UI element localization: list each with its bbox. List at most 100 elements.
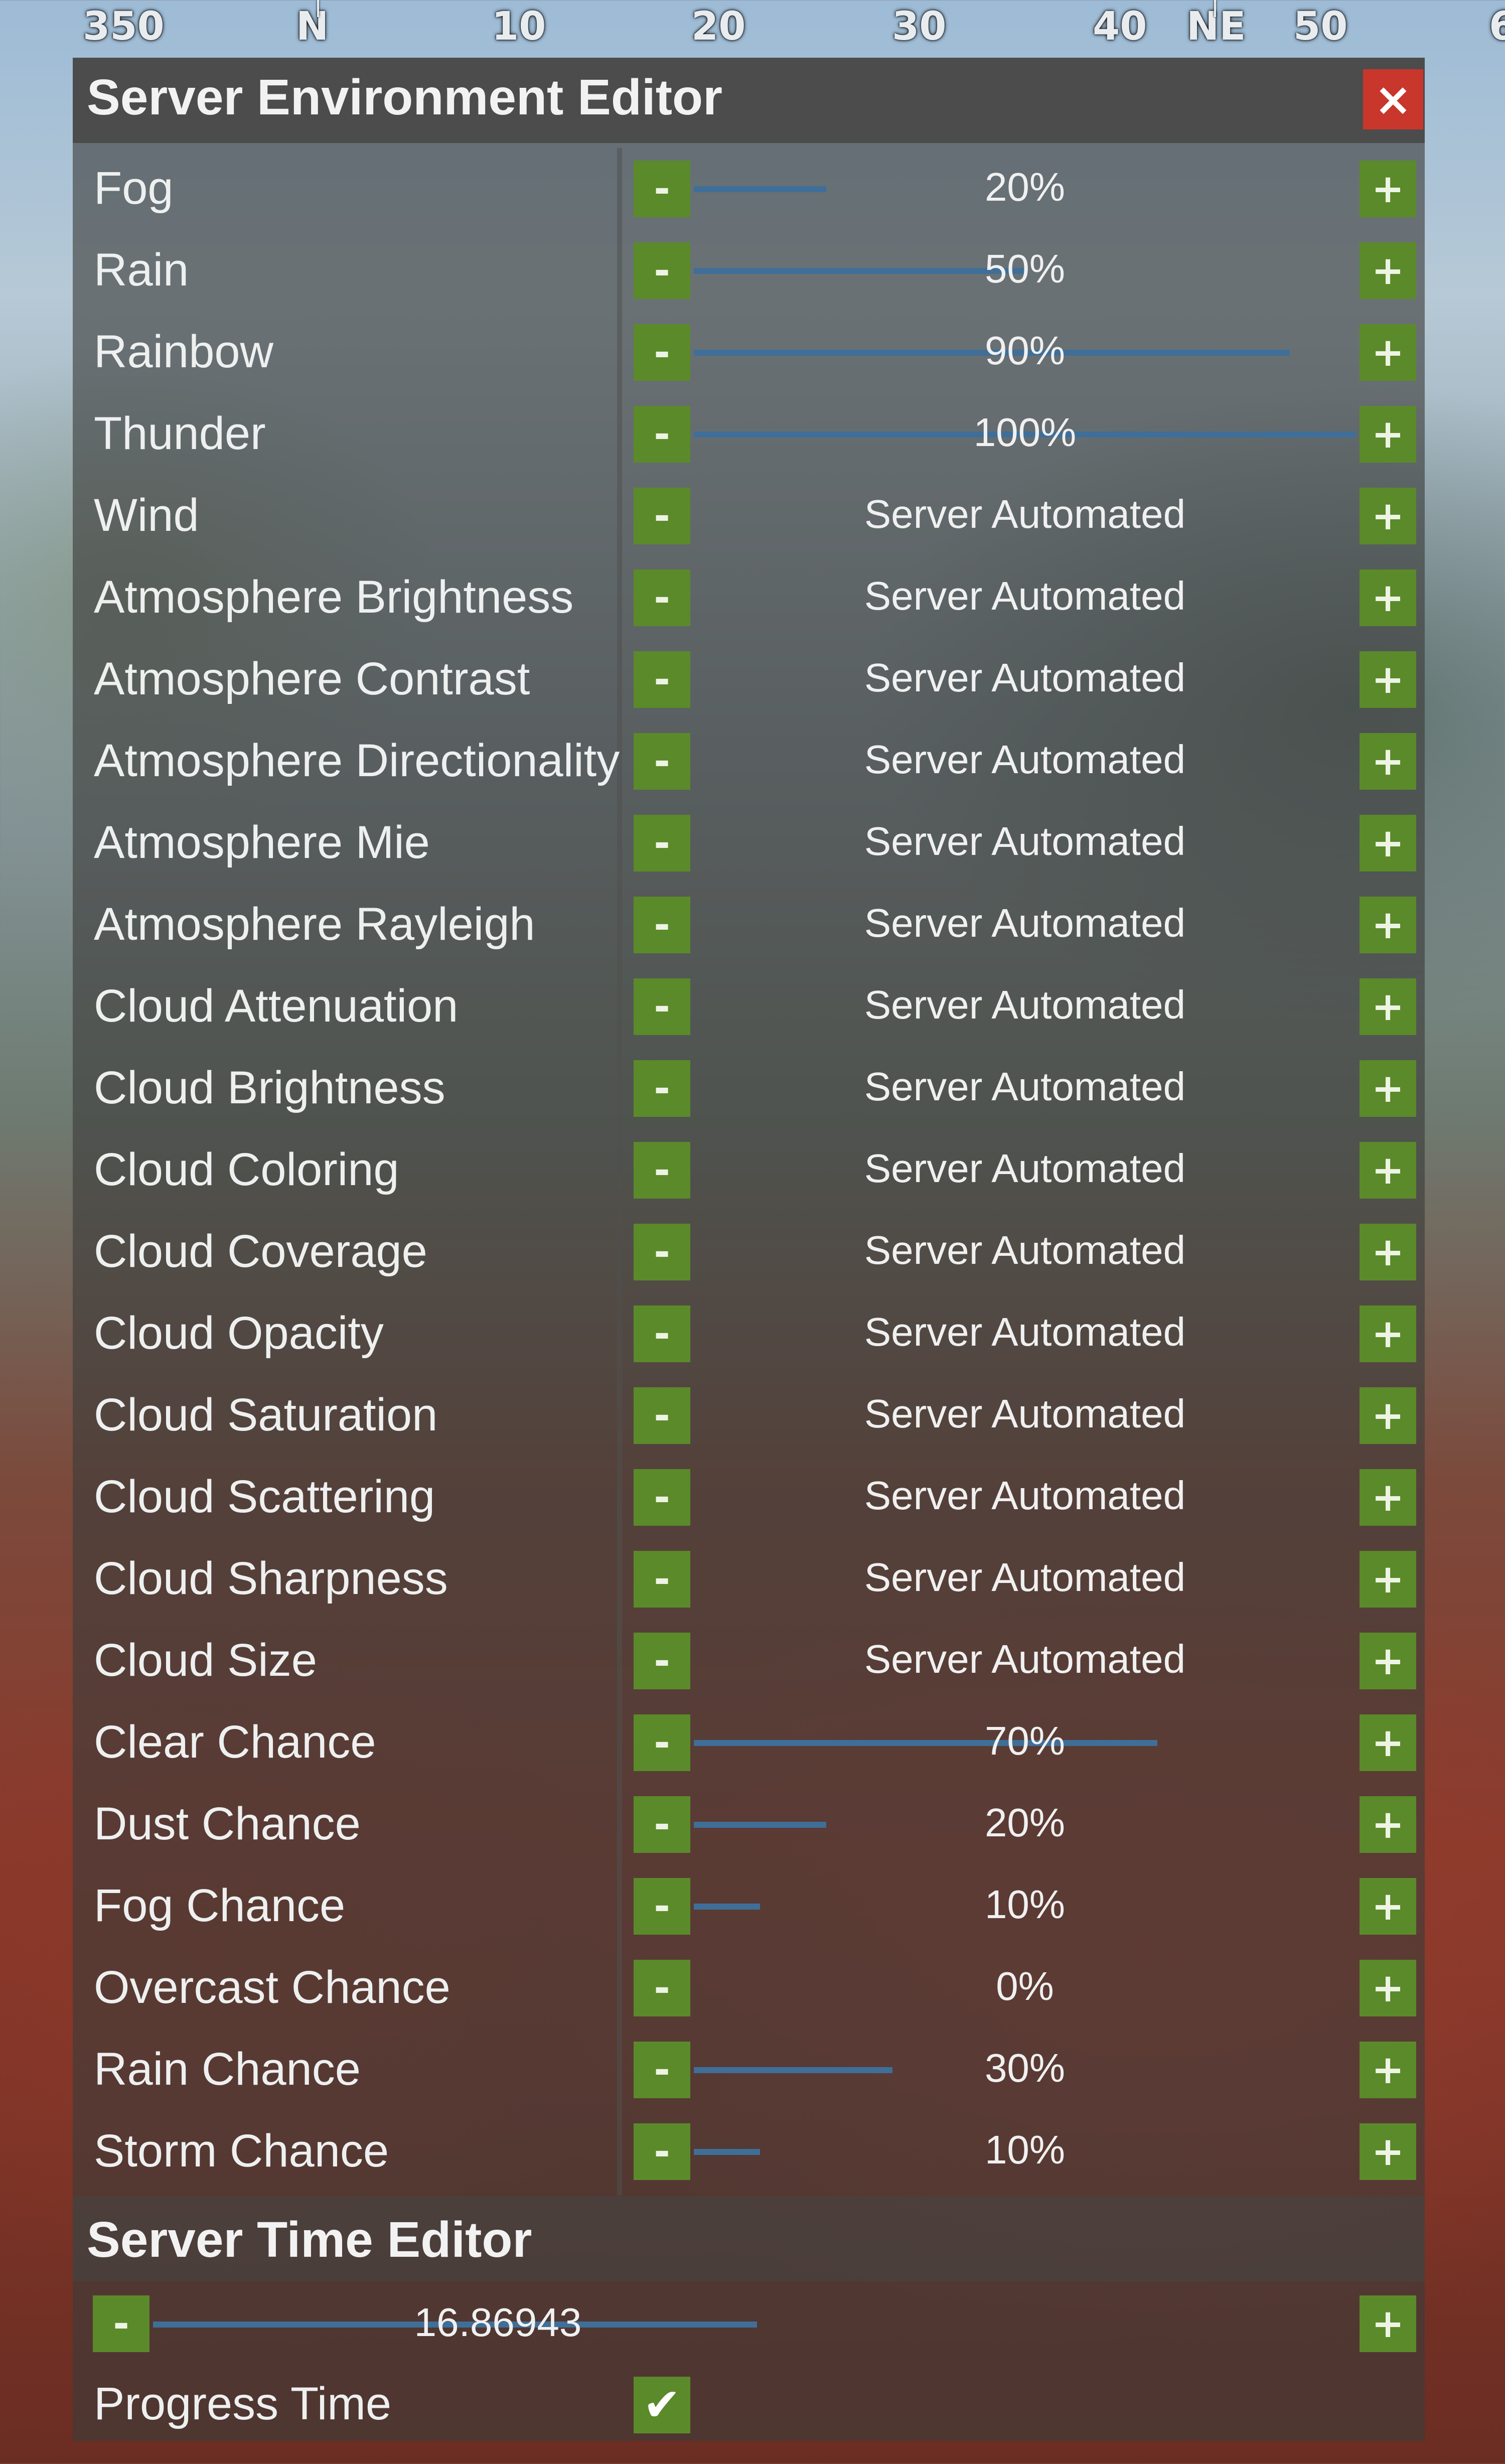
increase-button[interactable]: + xyxy=(1360,978,1416,1035)
time-decrease-button[interactable]: - xyxy=(93,2295,149,2352)
increase-button[interactable]: + xyxy=(1360,1551,1416,1608)
panel-title: Server Environment Editor xyxy=(87,69,722,125)
decrease-button[interactable]: - xyxy=(634,651,690,708)
decrease-button[interactable]: - xyxy=(634,1224,690,1280)
increase-button[interactable]: + xyxy=(1360,161,1416,217)
setting-value: Server Automated xyxy=(864,492,1186,536)
compass-tick xyxy=(317,0,319,17)
setting-label: Rain Chance xyxy=(94,2044,361,2095)
increase-button[interactable]: + xyxy=(1360,324,1416,381)
compass-bar: 350 N 10 20 30 40 NE 50 6 xyxy=(0,0,1505,60)
decrease-button[interactable]: - xyxy=(634,569,690,626)
setting-label: Atmosphere Rayleigh xyxy=(94,899,535,950)
decrease-button[interactable]: - xyxy=(634,815,690,872)
increase-button[interactable]: + xyxy=(1360,488,1416,544)
setting-row: Rain - 50% + xyxy=(73,230,1425,312)
setting-value: Server Automated xyxy=(864,1228,1186,1272)
setting-row: Fog Chance - 10% + xyxy=(73,1865,1425,1947)
increase-button[interactable]: + xyxy=(1360,815,1416,872)
decrease-button[interactable]: - xyxy=(634,161,690,217)
setting-row: Atmosphere Brightness - Server Automated + xyxy=(73,557,1425,639)
setting-label: Atmosphere Directionality xyxy=(94,735,620,786)
increase-button[interactable]: + xyxy=(1360,1796,1416,1853)
setting-value: Server Automated xyxy=(864,1473,1186,1518)
compass-label: 40 xyxy=(1093,4,1147,49)
compass-label: 30 xyxy=(892,4,947,49)
increase-button[interactable]: + xyxy=(1360,651,1416,708)
decrease-button[interactable]: - xyxy=(634,1551,690,1608)
increase-button[interactable]: + xyxy=(1360,1633,1416,1689)
compass-label: 10 xyxy=(492,4,546,49)
setting-value: 0% xyxy=(996,1964,1054,2008)
decrease-button[interactable]: - xyxy=(634,2123,690,2180)
increase-button[interactable]: + xyxy=(1360,1142,1416,1199)
setting-label: Wind xyxy=(94,490,199,541)
setting-row: Cloud Coloring - Server Automated + xyxy=(73,1129,1425,1211)
decrease-button[interactable]: - xyxy=(634,406,690,463)
setting-value: Server Automated xyxy=(864,1637,1186,1681)
compass-label: 50 xyxy=(1293,4,1348,49)
environment-editor-panel: Server Environment Editor × Fog -20% + Rain… xyxy=(73,58,1425,2441)
decrease-button[interactable]: - xyxy=(634,2042,690,2098)
decrease-button[interactable]: - xyxy=(634,1633,690,1689)
progress-time-row: Progress Time ✔ xyxy=(73,2366,1425,2441)
decrease-button[interactable]: - xyxy=(634,978,690,1035)
time-editor-title: Server Time Editor xyxy=(87,2212,532,2268)
decrease-button[interactable]: - xyxy=(634,1960,690,2016)
increase-button[interactable]: + xyxy=(1360,733,1416,790)
decrease-button[interactable]: - xyxy=(634,488,690,544)
decrease-button[interactable]: - xyxy=(634,1714,690,1771)
setting-row: Cloud Brightness - Server Automated + xyxy=(73,1048,1425,1129)
increase-button[interactable]: + xyxy=(1360,1387,1416,1444)
setting-row: Storm Chance - 10% + xyxy=(73,2111,1425,2193)
setting-row: Cloud Scattering - Server Automated + xyxy=(73,1457,1425,1538)
decrease-button[interactable]: - xyxy=(634,242,690,299)
increase-button[interactable]: + xyxy=(1360,2123,1416,2180)
setting-value: Server Automated xyxy=(864,901,1186,945)
time-increase-button[interactable]: + xyxy=(1360,2295,1416,2352)
increase-button[interactable]: + xyxy=(1360,897,1416,953)
time-value: 16.86943 xyxy=(414,2300,582,2345)
decrease-button[interactable]: - xyxy=(634,733,690,790)
increase-button[interactable]: + xyxy=(1360,2042,1416,2098)
close-button[interactable]: × xyxy=(1363,69,1423,129)
decrease-button[interactable]: - xyxy=(634,1796,690,1853)
setting-label: Storm Chance xyxy=(94,2125,389,2177)
setting-label: Cloud Size xyxy=(94,1635,317,1686)
setting-row: Rainbow - 90% + xyxy=(73,312,1425,393)
time-editor-header: Server Time Editor xyxy=(73,2196,1425,2281)
increase-button[interactable]: + xyxy=(1360,1306,1416,1362)
setting-row: Rain Chance - 30% + xyxy=(73,2029,1425,2111)
decrease-button[interactable]: - xyxy=(634,1878,690,1935)
setting-value: Server Automated xyxy=(864,1064,1186,1109)
increase-button[interactable]: + xyxy=(1360,242,1416,299)
setting-label: Fog xyxy=(94,163,174,214)
increase-button[interactable]: + xyxy=(1360,406,1416,463)
decrease-button[interactable]: - xyxy=(634,1469,690,1526)
increase-button[interactable]: + xyxy=(1360,1714,1416,1771)
setting-row: Dust Chance - 20% + xyxy=(73,1784,1425,1865)
setting-value: 90% xyxy=(984,328,1066,373)
decrease-button[interactable]: - xyxy=(634,1060,690,1117)
decrease-button[interactable]: - xyxy=(634,1387,690,1444)
increase-button[interactable]: + xyxy=(1360,569,1416,626)
decrease-button[interactable]: - xyxy=(634,1142,690,1199)
increase-button[interactable]: + xyxy=(1360,1060,1416,1117)
increase-button[interactable]: + xyxy=(1360,1224,1416,1280)
setting-row: Cloud Size - Server Automated + xyxy=(73,1620,1425,1702)
setting-row: Thunder - 100% + xyxy=(73,393,1425,475)
setting-row: Atmosphere Directionality - Server Automat… xyxy=(73,720,1425,802)
decrease-button[interactable]: - xyxy=(634,897,690,953)
increase-button[interactable]: + xyxy=(1360,1960,1416,2016)
setting-row: Fog - 20% + xyxy=(73,148,1425,230)
decrease-button[interactable]: - xyxy=(634,1306,690,1362)
progress-time-checkbox[interactable]: ✔ xyxy=(634,2377,690,2433)
setting-value: Server Automated xyxy=(864,737,1186,782)
setting-value: Server Automated xyxy=(864,1391,1186,1436)
increase-button[interactable]: + xyxy=(1360,1469,1416,1526)
setting-value: Server Automated xyxy=(864,573,1186,618)
setting-label: Cloud Saturation xyxy=(94,1389,438,1440)
compass-label: 20 xyxy=(691,4,746,49)
decrease-button[interactable]: - xyxy=(634,324,690,381)
increase-button[interactable]: + xyxy=(1360,1878,1416,1935)
